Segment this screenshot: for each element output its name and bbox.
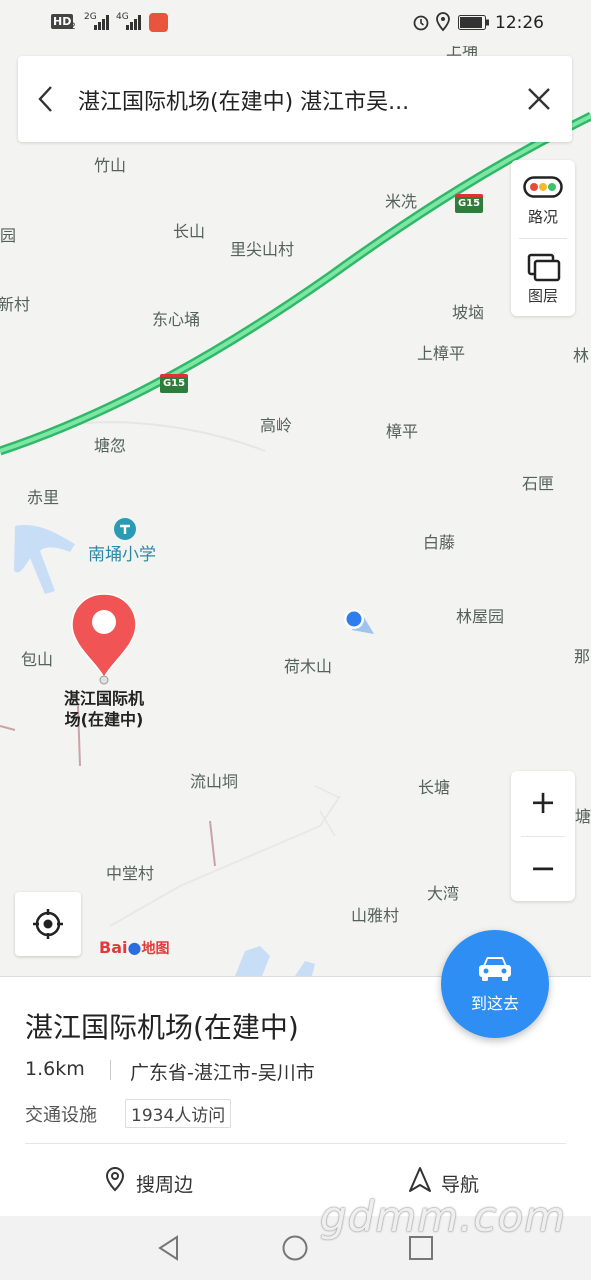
place-label: 山雅村 xyxy=(351,906,400,925)
place-label: 长山 xyxy=(173,222,206,241)
crosshair-icon xyxy=(33,909,63,939)
back-arrow-icon[interactable] xyxy=(36,84,56,114)
place-category: 交通设施 xyxy=(25,1105,97,1126)
highway-shield: G15 xyxy=(160,374,188,393)
place-label: 白藤 xyxy=(423,533,456,552)
close-icon[interactable] xyxy=(526,86,552,112)
clock: 12:26 xyxy=(495,13,544,33)
place-label: 荷木山 xyxy=(284,657,333,676)
place-label: 里尖山村 xyxy=(230,240,295,259)
search-nearby-label: 搜周边 xyxy=(136,1174,194,1196)
place-label: 东心埇 xyxy=(152,310,201,329)
watermark: gdmm.com xyxy=(320,1192,567,1241)
divider xyxy=(25,1143,566,1144)
place-label: 上樟平 xyxy=(417,344,466,363)
place-label: 包山 xyxy=(21,650,54,669)
location-status-icon xyxy=(436,12,450,32)
pin-label-line1: 湛江国际机 xyxy=(63,689,144,708)
place-label: 大湾 xyxy=(427,884,460,903)
place-label: 竹山 xyxy=(94,156,127,175)
place-label: 高岭 xyxy=(260,416,293,435)
place-label: 赤里 xyxy=(27,488,60,507)
school-icon[interactable] xyxy=(113,517,137,541)
place-label: 坡垴 xyxy=(452,303,485,322)
place-label: 长塘 xyxy=(418,778,451,797)
zoom-in-button[interactable]: + xyxy=(511,771,575,836)
place-name: 湛江国际机场(在建中) xyxy=(25,1011,299,1044)
signal-icon-2 xyxy=(126,15,141,30)
locate-me-button[interactable] xyxy=(15,892,81,956)
traffic-label: 路况 xyxy=(527,208,558,226)
traffic-button[interactable]: 路况 xyxy=(511,160,575,238)
divider xyxy=(110,1060,111,1080)
baidu-logo-text: Bai xyxy=(99,938,128,957)
home-circle-icon[interactable] xyxy=(281,1234,309,1262)
traffic-light-icon xyxy=(523,176,563,198)
place-label: 流山垌 xyxy=(190,772,239,791)
visits-badge: 1934人访问 xyxy=(125,1099,232,1128)
hd-sub: 2 xyxy=(70,22,76,32)
search-bar[interactable]: 湛江国际机场(在建中) 湛江市吴... xyxy=(18,56,572,142)
back-triangle-icon[interactable] xyxy=(155,1234,183,1262)
layers-label: 图层 xyxy=(527,287,558,305)
app-notification-icon xyxy=(149,13,168,32)
map-tools-panel: 路况 图层 xyxy=(511,160,575,316)
go-here-button[interactable]: 到这去 xyxy=(441,930,549,1038)
place-region: 广东省-湛江市-吴川市 xyxy=(130,1062,315,1084)
place-distance: 1.6km xyxy=(25,1058,85,1080)
search-title[interactable]: 湛江国际机场(在建中) 湛江市吴... xyxy=(78,84,409,116)
battery-icon xyxy=(458,15,489,30)
place-label: 石匣 xyxy=(522,474,555,493)
search-nearby-button[interactable]: 搜周边 xyxy=(100,1162,220,1202)
place-label: 米冼 xyxy=(385,192,418,211)
school-label[interactable]: 南埇小学 xyxy=(88,540,156,565)
place-label: 中堂村 xyxy=(106,864,155,883)
status-bar: HD 2 2G 4G 12:26 xyxy=(0,0,591,46)
place-label: 林屋园 xyxy=(456,607,505,626)
layers-icon xyxy=(527,253,561,282)
map-roads xyxy=(0,111,591,976)
layers-button[interactable]: 图层 xyxy=(511,239,575,316)
baidu-logo: Bai●地图 xyxy=(99,938,169,958)
pin-label[interactable]: 湛江国际机 场(在建中) xyxy=(48,688,160,730)
destination-pin-icon[interactable] xyxy=(68,590,140,688)
place-label: 塘 xyxy=(575,807,591,826)
paw-icon: ● xyxy=(127,938,142,957)
car-icon xyxy=(479,957,511,981)
zoom-controls: + − xyxy=(511,771,575,901)
place-label: 那 xyxy=(574,647,591,666)
place-label: 林 xyxy=(573,346,590,365)
go-here-label: 到这去 xyxy=(470,994,519,1013)
highway-shield: G15 xyxy=(455,194,483,213)
map-canvas[interactable]: G15 G15 上埇 竹山 米冼 园 长山 里尖山村 新村 东心埇 坡垴 上樟平… xyxy=(0,46,591,976)
location-pin-icon xyxy=(105,1166,125,1192)
place-label: 园 xyxy=(0,226,17,245)
signal-icon-1 xyxy=(94,15,109,30)
place-label: 新村 xyxy=(0,295,31,314)
current-location-icon xyxy=(344,609,374,634)
pin-label-line2: 场(在建中) xyxy=(64,710,144,729)
place-label: 樟平 xyxy=(386,422,419,441)
place-label: 塘忽 xyxy=(94,436,127,455)
navigation-arrow-icon xyxy=(409,1167,431,1192)
zoom-out-button[interactable]: − xyxy=(511,837,575,901)
alarm-icon xyxy=(413,15,429,31)
baidu-logo-suffix: 地图 xyxy=(141,941,170,957)
